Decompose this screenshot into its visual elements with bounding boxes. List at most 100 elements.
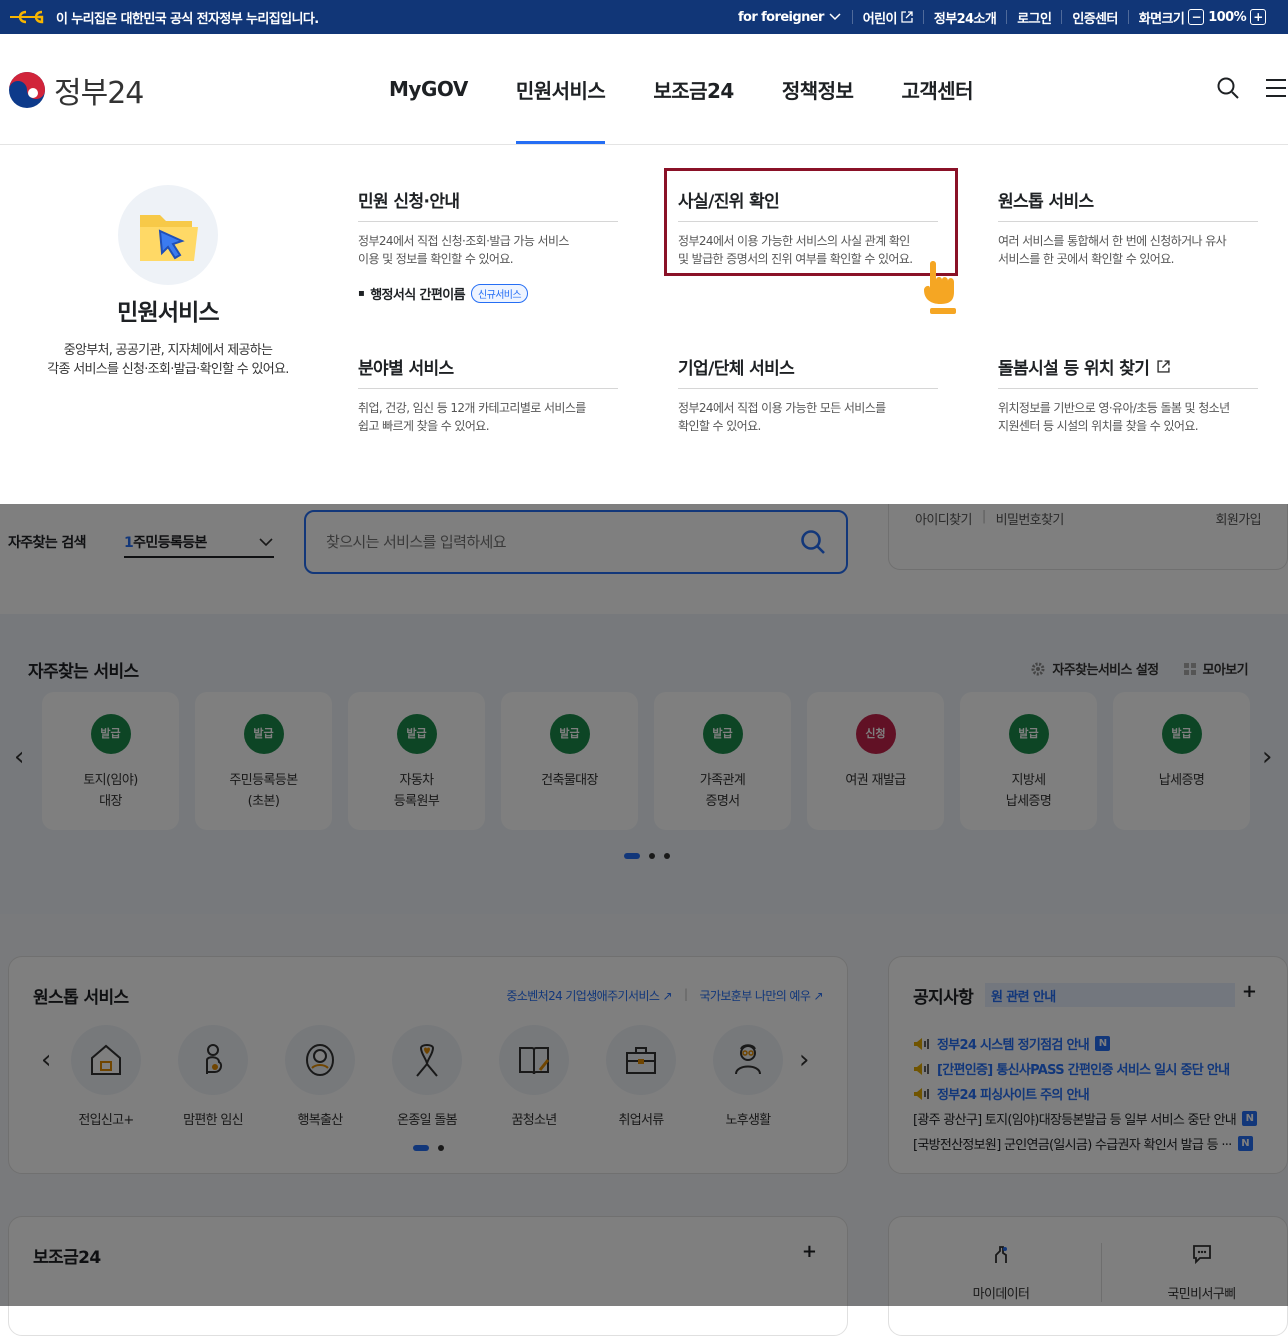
notice-category-tag[interactable]: 원 관련 안내 (985, 983, 1235, 1007)
prev-arrow-icon[interactable]: ‹ (41, 1045, 51, 1075)
notice-text: 정부24 피싱사이트 주의 안내 (937, 1088, 1090, 1103)
subsidy-more-button[interactable]: + (802, 1241, 817, 1262)
cert-center-link[interactable]: 인증센터 (1061, 10, 1127, 27)
favorite-cards: 발급 토지(임야) 대장 발급 주민등록등본 (초본) 발급 자동차 등록원부 발급 건… (42, 692, 1250, 830)
next-arrow-icon[interactable]: › (799, 1045, 809, 1075)
notice-item[interactable]: [광주 광산구] 토지(임야)대장등본발급 등 일부 서비스 중단 안내 N (913, 1106, 1283, 1131)
form-shortname-link[interactable]: ▪ 행정서식 간편이름 신규서비스 (358, 284, 618, 303)
find-id-link[interactable]: 아이디찾기 (915, 509, 972, 528)
nav-subsidy[interactable]: 보조금24 (629, 34, 758, 144)
zoom-out-button[interactable]: − (1188, 9, 1205, 25)
folder-cursor-icon (118, 185, 218, 285)
desc-line: 이용 및 정보를 확인할 수 있어요. (358, 252, 514, 266)
notice-card: 공지사항 원 관련 안내 + 정부24 시스템 정기점검 안내 N [간편인증] … (888, 956, 1288, 1174)
menu-onestop-title[interactable]: 원스톱 서비스 (998, 187, 1258, 222)
favorite-card[interactable]: 발급 지방세 납세증명 (960, 692, 1097, 830)
carousel-dot[interactable] (649, 853, 655, 859)
menu-location-title: 돌봄시설 등 위치 찾기 (998, 359, 1150, 379)
nav-civil-service[interactable]: 민원서비스 (492, 34, 630, 144)
notice-item[interactable]: [국방전산정보원] 군인연금(일시금) 수급권자 확인서 발급 등 ··· N (913, 1131, 1283, 1156)
menu-category-title[interactable]: 분야별 서비스 (358, 354, 618, 389)
next-arrow-icon[interactable]: › (1262, 742, 1272, 772)
onestop-item[interactable]: 꿈청소년 (499, 1025, 569, 1128)
veterans-link-label: 국가보훈부 나만의 예우 (699, 989, 811, 1003)
mega-intro: 민원서비스 중앙부처, 공공기관, 지자체에서 제공하는 각종 서비스를 신청·조… (28, 185, 308, 379)
menu-civil-apply-title[interactable]: 민원 신청·안내 (358, 187, 618, 222)
menu-location-heading[interactable]: 돌봄시설 등 위치 찾기 (998, 354, 1258, 389)
favorite-card[interactable]: 발급 자동차 등록원부 (348, 692, 485, 830)
notice-more-button[interactable]: + (1242, 981, 1257, 1002)
view-all-button[interactable]: 모아보기 (1183, 659, 1249, 678)
foreigner-link[interactable]: for foreigner (728, 10, 852, 25)
new-badge: N (1095, 1036, 1111, 1051)
zoom-in-button[interactable]: + (1250, 9, 1266, 25)
notice-item[interactable]: 정부24 시스템 정기점검 안내 N (913, 1031, 1283, 1056)
onestop-item[interactable]: 행복출산 (285, 1025, 355, 1128)
pregnancy-icon (206, 1044, 223, 1074)
onestop-item[interactable]: 맘편한 임신 (178, 1025, 248, 1128)
notice-item[interactable]: [간편인증] 통신사PASS 간편인증 서비스 일시 중단 안내 (913, 1056, 1283, 1081)
prev-arrow-icon[interactable]: ‹ (14, 742, 24, 772)
mega-menu: 민원서비스 중앙부처, 공공기관, 지자체에서 제공하는 각종 서비스를 신청·조… (0, 144, 1288, 504)
service-name: 토지(임야) 대장 (83, 773, 138, 809)
frequent-search-select[interactable]: 1주민등록등본 (124, 528, 274, 558)
search-icon[interactable] (800, 529, 826, 555)
external-link-icon: ↗ (813, 989, 824, 1003)
menu-business: 기업/단체 서비스 정부24에서 직접 이용 가능한 모든 서비스를 확인할 수 … (678, 354, 938, 435)
onestop-item[interactable]: 온종일 돌봄 (392, 1025, 462, 1128)
menu-location-desc: 위치정보를 기반으로 영·유아/초등 돌봄 및 청소년 지원센터 등 시설의 위치… (998, 399, 1258, 435)
grid-icon (1183, 662, 1196, 675)
subsidy-title: 보조금24 (33, 1248, 101, 1268)
find-password-link[interactable]: 비밀번호찾기 (996, 509, 1065, 528)
favorite-card[interactable]: 발급 토지(임야) 대장 (42, 692, 179, 830)
onestop-item[interactable]: 전입신고+ (71, 1025, 141, 1128)
signup-link[interactable]: 회원가입 (1216, 509, 1262, 528)
menu-business-title[interactable]: 기업/단체 서비스 (678, 354, 938, 389)
favorite-card[interactable]: 발급 납세증명 (1113, 692, 1250, 830)
login-link[interactable]: 로그인 (1006, 10, 1061, 27)
menu-location: 돌봄시설 등 위치 찾기 위치정보를 기반으로 영·유아/초등 돌봄 및 청소년… (998, 354, 1258, 435)
desc-line: 정부24에서 직접 신청·조회·발급 가능 서비스 (358, 234, 569, 248)
search-icon[interactable] (1216, 76, 1240, 100)
favorite-card[interactable]: 발급 건축물대장 (501, 692, 638, 830)
egov-logo-icon (10, 10, 44, 24)
nav-policy[interactable]: 정책정보 (758, 34, 878, 144)
menu-icon[interactable] (1264, 76, 1288, 100)
favorite-settings-button[interactable]: 자주찾는서비스 설정 (1030, 659, 1159, 678)
elderly-icon (735, 1044, 761, 1075)
carousel-dot[interactable] (438, 1145, 444, 1151)
secretary-link[interactable]: 국민비서구삐 (1101, 1243, 1288, 1302)
kids-label: 어린이 (862, 11, 898, 27)
notice-text: [간편인증] 통신사PASS 간편인증 서비스 일시 중단 안내 (937, 1063, 1230, 1078)
baby-icon (306, 1044, 334, 1076)
new-service-badge: 신규서비스 (471, 284, 529, 303)
onestop-item[interactable]: 노후생활 (713, 1025, 783, 1128)
favorite-card[interactable]: 신청 여권 재발급 (807, 692, 944, 830)
carousel-dot[interactable] (413, 1145, 429, 1151)
service-name: 자동차 등록원부 (393, 773, 440, 809)
desc-line: 정부24에서 직접 이용 가능한 모든 서비스를 (678, 401, 886, 415)
favorite-card[interactable]: 발급 주민등록등본 (초본) (195, 692, 332, 830)
favorite-card[interactable]: 발급 가족관계 증명서 (654, 692, 791, 830)
onestop-label: 취업서류 (618, 1113, 664, 1128)
divider: | (981, 509, 986, 524)
mydata-link[interactable]: 마이데이터 (901, 1243, 1101, 1302)
veterans-link[interactable]: 국가보훈부 나만의 예우 ↗ (699, 987, 823, 1004)
service-search-input[interactable] (326, 533, 766, 551)
site-logo[interactable]: 정부24 (8, 68, 144, 112)
onestop-item[interactable]: 취업서류 (606, 1025, 676, 1128)
kids-link[interactable]: 어린이 (851, 10, 923, 27)
about-link[interactable]: 정부24소개 (922, 10, 1006, 27)
notice-item[interactable]: 정부24 피싱사이트 주의 안내 (913, 1081, 1283, 1106)
service-tag: 발급 (1008, 714, 1049, 754)
venture-lifecycle-link[interactable]: 중소벤처24 기업생애주기서비스 ↗ (506, 987, 672, 1004)
nav-mygov[interactable]: MyGOV (365, 34, 492, 144)
carousel-dot[interactable] (664, 853, 670, 859)
briefcase-icon (626, 1047, 656, 1074)
house-icon (91, 1044, 121, 1075)
carousel-dot[interactable] (624, 853, 640, 859)
nav-customer-center[interactable]: 고객센터 (877, 34, 997, 144)
notice-text: [광주 광산구] 토지(임야)대장등본발급 등 일부 서비스 중단 안내 (913, 1113, 1237, 1128)
subsidy-card: 보조금24 + (8, 1216, 848, 1336)
menu-category-desc: 취업, 건강, 임신 등 12개 카테고리별로 서비스를 쉽고 빠르게 찾을 수 … (358, 399, 618, 435)
